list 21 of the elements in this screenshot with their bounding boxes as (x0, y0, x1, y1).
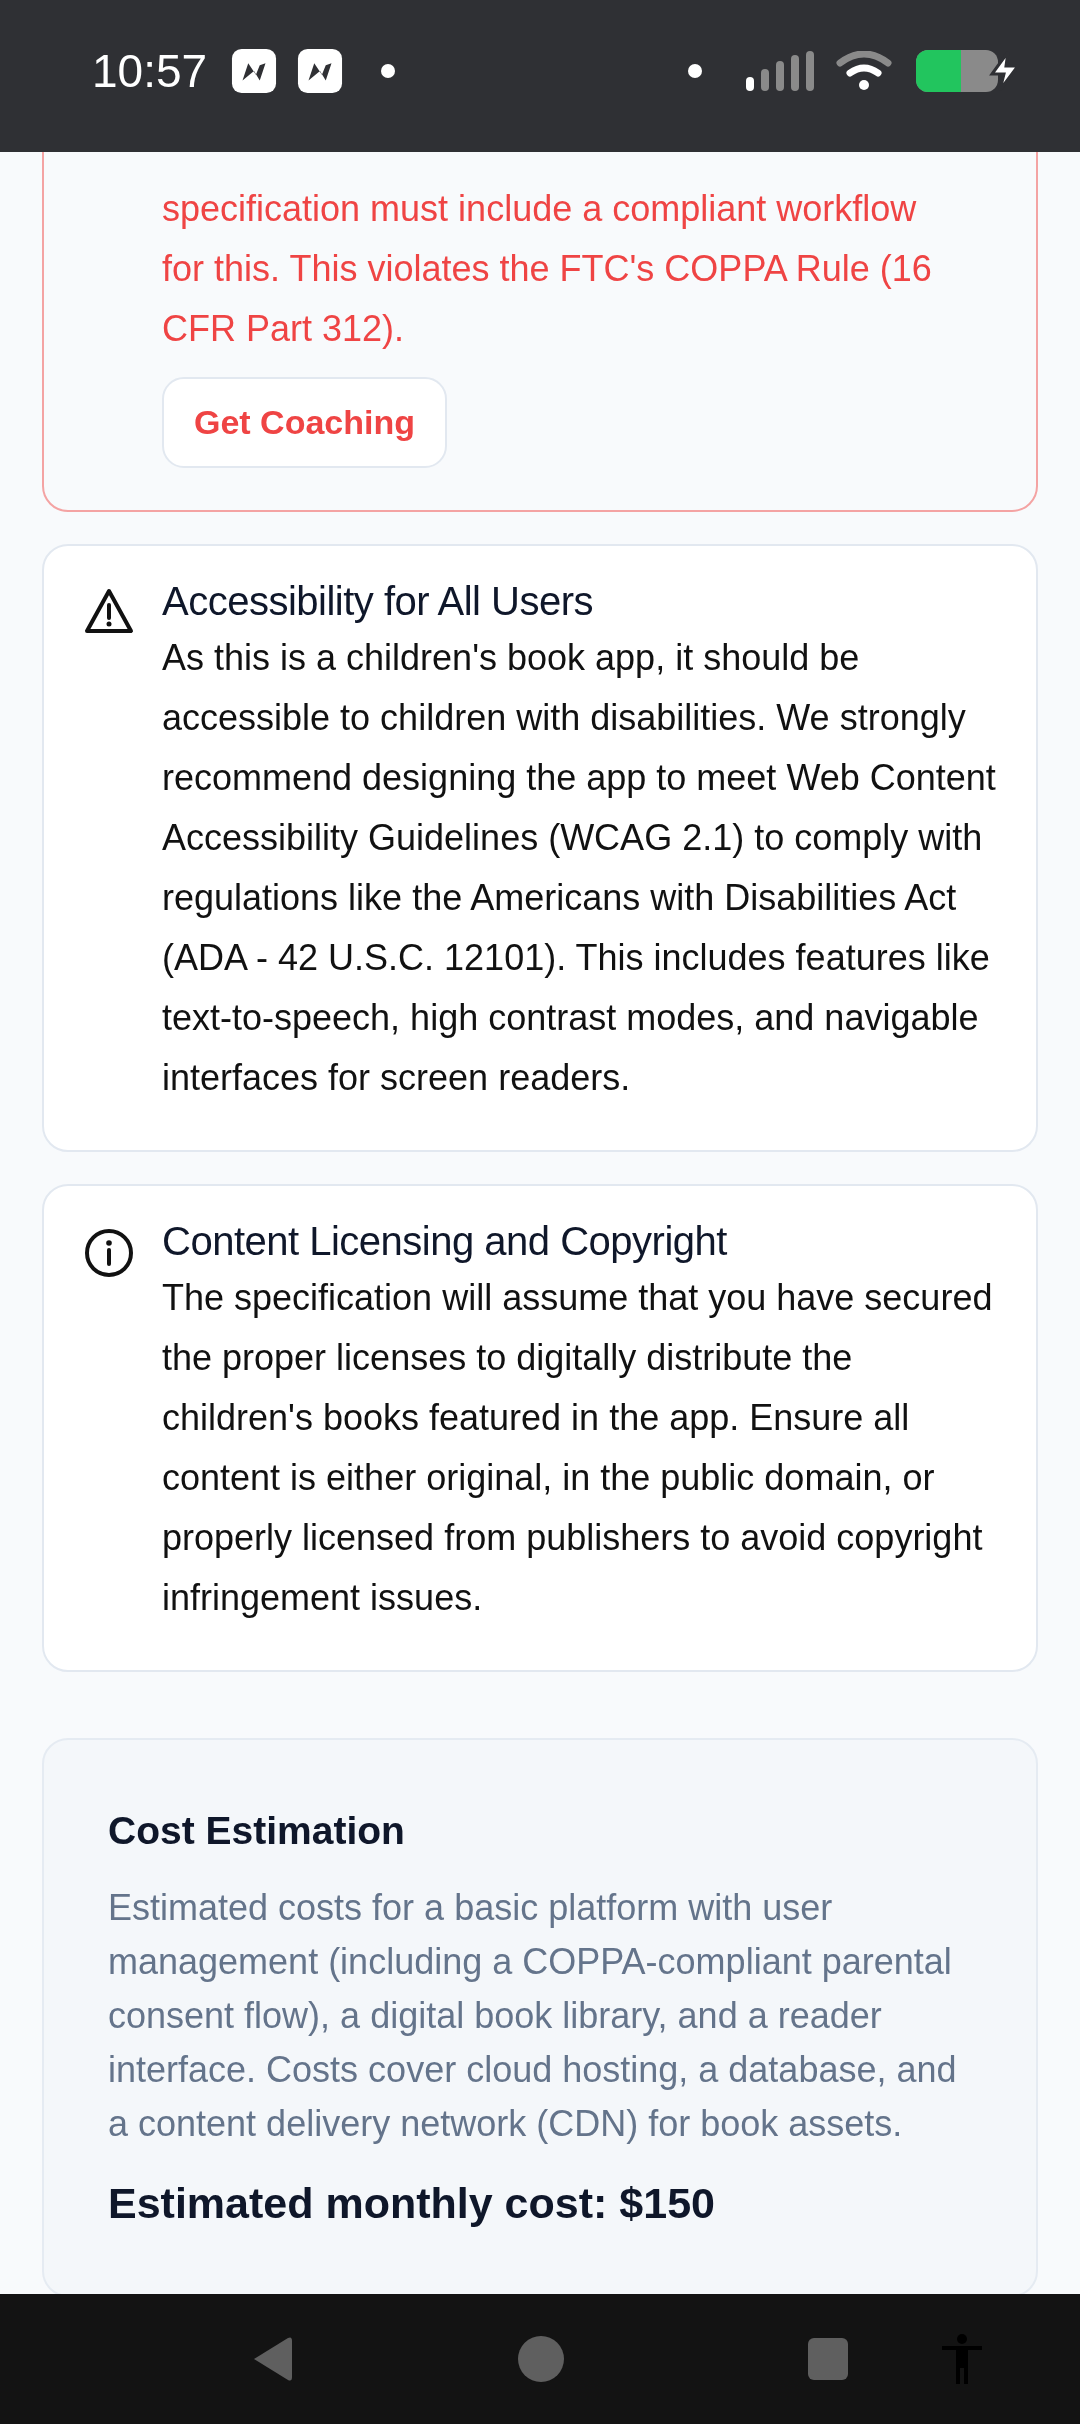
coaching-button[interactable]: Get Coaching (162, 377, 448, 468)
alert-title: Content Licensing and Copyright (162, 1218, 728, 1265)
alert-text: for this. This violates the FTC's COPPA Rule (16 (162, 247, 933, 291)
alert-text: specification must include a compliant workflow (162, 187, 918, 231)
wifi-icon (836, 51, 892, 91)
alert-text: The specification will assume that you have secured the proper licenses to digitally distribute the children's books featured in the app. Ensure all content is either original, in the public domain, or properly licensed from publishers to avoid copyright infringement issues. (162, 1276, 994, 1620)
alert-title: Accessibility for All Users (162, 578, 595, 625)
alert-text: As this is a children's book app, it should be accessible to children with disabilities. We strongly recommend designing the app to meet Web Content Accessibility Guidelines (WCAG 2.1) to comply with regulations like the Americans with Disabilities Act (ADA - 42 U.S.C. 12101). This includes features like text-to-speech, high contrast modes, and navigable interfaces for screen readers. (162, 636, 996, 1100)
clock-time: 10:57 (92, 43, 208, 99)
home-icon[interactable] (518, 2336, 564, 2382)
cost-title: Cost Estimation (108, 1808, 406, 1854)
alert-text: CFR Part 312). (162, 307, 406, 351)
signal-icon (746, 51, 816, 91)
dot-icon (688, 64, 702, 78)
monthly-cost: Estimated monthly cost: $150 (108, 2177, 716, 2229)
notification-icon (297, 48, 344, 94)
notification-icon (231, 48, 278, 94)
dot-icon (381, 64, 396, 78)
info-icon (84, 1228, 134, 1278)
warning-icon (84, 588, 134, 634)
cost-description: Estimated costs for a basic platform with user management (including a COPPA-compliant parental consent flow), a digital book library, and a reader interface. Costs cover cloud hosting, a database, and a content delivery network (CDN) for book assets. (108, 1885, 958, 2146)
